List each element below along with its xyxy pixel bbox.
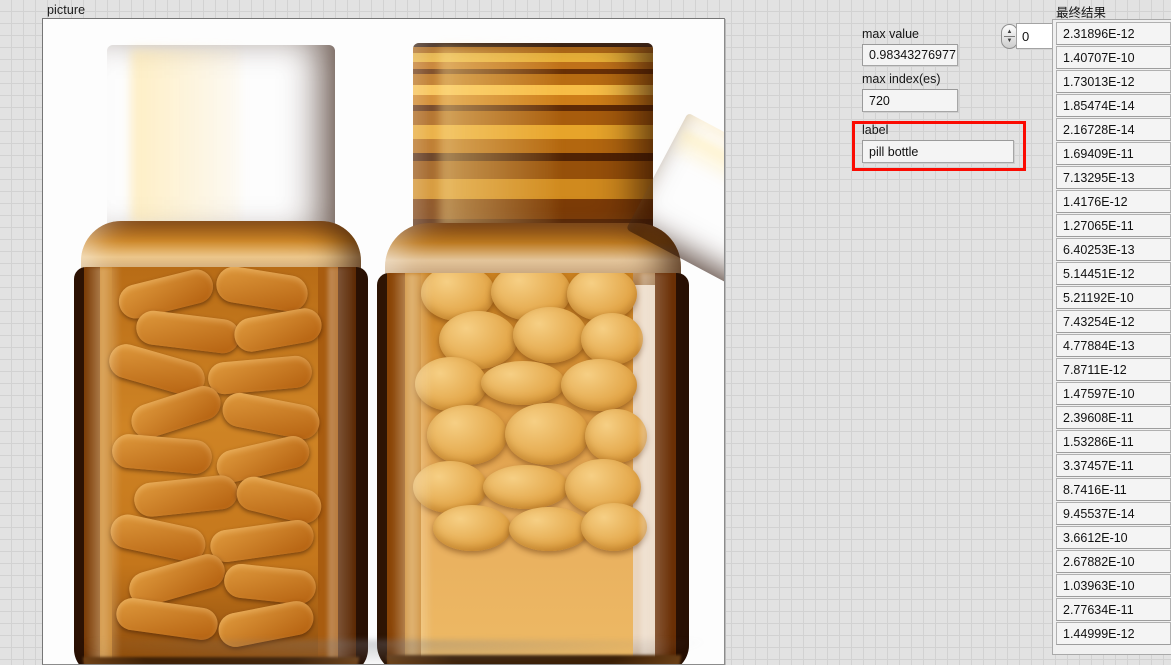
label-indicator[interactable]: pill bottle: [862, 140, 1014, 163]
list-item[interactable]: 3.6612E-10: [1056, 526, 1171, 549]
list-item[interactable]: 1.44999E-12: [1056, 622, 1171, 645]
picture-display[interactable]: [42, 18, 725, 665]
list-item[interactable]: 4.77884E-13: [1056, 334, 1171, 357]
list-item[interactable]: 2.16728E-14: [1056, 118, 1171, 141]
label-field-label: label: [862, 123, 889, 137]
list-item[interactable]: 9.45537E-14: [1056, 502, 1171, 525]
glass-highlight-right: [328, 267, 354, 664]
picture-label: picture: [47, 3, 86, 17]
list-item[interactable]: 1.69409E-11: [1056, 142, 1171, 165]
list-item[interactable]: 1.03963E-10: [1056, 574, 1171, 597]
spin-up-icon[interactable]: ▲: [1007, 29, 1013, 35]
max-index-indicator[interactable]: 720: [862, 89, 958, 112]
picture-canvas: [43, 19, 724, 664]
bottle-body: [74, 267, 368, 664]
list-item[interactable]: 1.53286E-11: [1056, 430, 1171, 453]
pill-bottle-right: [373, 43, 693, 664]
list-item[interactable]: 1.47597E-10: [1056, 382, 1171, 405]
max-value-indicator[interactable]: 0.98343276977: [862, 44, 958, 66]
list-item[interactable]: 2.67882E-10: [1056, 550, 1171, 573]
index-spinner-control[interactable]: ▲ ▼ 0: [1001, 23, 1057, 50]
bottle-contents: [105, 267, 325, 663]
photo-ground-shadow: [83, 640, 703, 664]
list-item[interactable]: 8.7416E-11: [1056, 478, 1171, 501]
listbox-items[interactable]: 2.31896E-12 1.40707E-10 1.73013E-12 1.85474…: [1056, 22, 1171, 646]
list-item[interactable]: 7.43254E-12: [1056, 310, 1171, 333]
spinner-value-field[interactable]: 0: [1016, 23, 1057, 49]
spinner-divider: [1004, 36, 1015, 37]
spin-down-icon[interactable]: ▼: [1007, 38, 1013, 44]
list-item[interactable]: 1.27065E-11: [1056, 214, 1171, 237]
bottle-body: [377, 273, 689, 664]
list-item[interactable]: 2.77634E-11: [1056, 598, 1171, 621]
list-item[interactable]: 2.39608E-11: [1056, 406, 1171, 429]
list-item[interactable]: 5.14451E-12: [1056, 262, 1171, 285]
bottle-neck-highlight: [131, 49, 241, 224]
pill-bottle-left: [71, 45, 371, 664]
list-item[interactable]: 6.40253E-13: [1056, 238, 1171, 261]
bottle-contents: [413, 273, 647, 659]
glass-highlight-left: [86, 267, 120, 664]
list-item[interactable]: 5.21192E-10: [1056, 286, 1171, 309]
list-item[interactable]: 2.31896E-12: [1056, 22, 1171, 45]
list-item[interactable]: 1.4176E-12: [1056, 190, 1171, 213]
glass-highlight-right: [641, 273, 671, 664]
max-index-label: max index(es): [862, 72, 941, 86]
bottle-neck-highlight: [439, 47, 557, 229]
list-item[interactable]: 1.73013E-12: [1056, 70, 1171, 93]
max-value-label: max value: [862, 27, 919, 41]
list-item[interactable]: 3.37457E-11: [1056, 454, 1171, 477]
list-item[interactable]: 1.85474E-14: [1056, 94, 1171, 117]
list-item[interactable]: 7.8711E-12: [1056, 358, 1171, 381]
list-item[interactable]: 1.40707E-10: [1056, 46, 1171, 69]
list-item[interactable]: 7.13295E-13: [1056, 166, 1171, 189]
glass-highlight-left: [393, 273, 431, 664]
